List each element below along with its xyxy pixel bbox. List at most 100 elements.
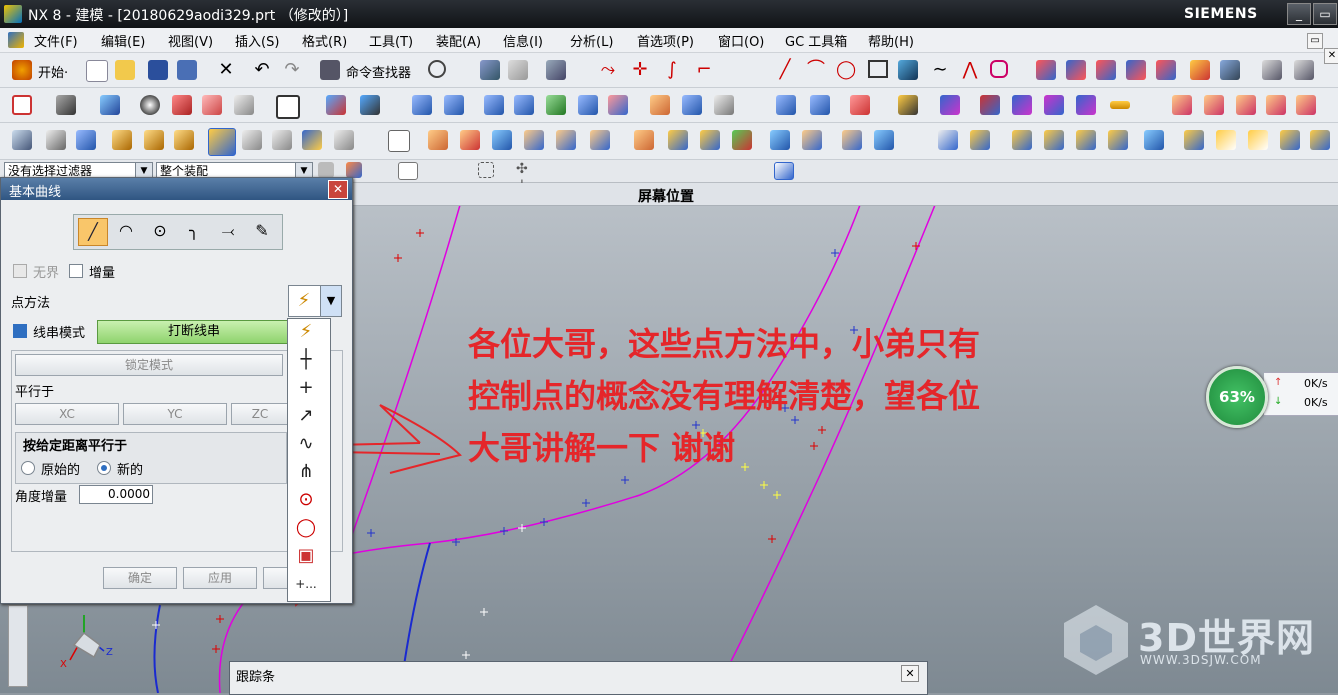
global-shaping-icon[interactable] <box>1280 130 1300 150</box>
control-point-icon[interactable]: ∿ <box>294 433 318 455</box>
assembly-mirror-icon[interactable] <box>1266 95 1286 115</box>
command-finder-label[interactable]: 命令查找器 <box>346 62 411 81</box>
doc-restore-button[interactable]: ▭ <box>1307 33 1323 49</box>
draft-analysis-icon[interactable] <box>1076 95 1096 115</box>
arc-icon[interactable]: ⌒ <box>806 60 826 80</box>
extrude-icon[interactable] <box>76 130 96 150</box>
sketch-icon[interactable] <box>12 130 32 150</box>
offset-face-icon[interactable] <box>802 130 822 150</box>
end-point-icon[interactable]: ↗ <box>294 405 318 427</box>
fit-view-icon[interactable] <box>12 95 32 115</box>
n-sided-icon[interactable] <box>546 95 566 115</box>
offset-surface-icon[interactable] <box>650 95 670 115</box>
spline-icon[interactable]: ∼ <box>930 60 950 80</box>
trim-sheet-icon[interactable] <box>682 95 702 115</box>
tube-icon[interactable] <box>1012 130 1032 150</box>
angle-increment-input[interactable]: 0.0000 <box>79 485 153 504</box>
offset-curve-icon[interactable] <box>990 60 1008 78</box>
work-layer-icon[interactable] <box>326 95 346 115</box>
app-menu-icon[interactable] <box>8 32 24 48</box>
menu-edit[interactable]: 编辑(E) <box>101 31 145 50</box>
menu-format[interactable]: 格式(R) <box>302 31 347 50</box>
unite-icon[interactable] <box>428 130 448 150</box>
measure-icon[interactable] <box>546 60 566 80</box>
x-form-icon[interactable] <box>850 95 870 115</box>
memory-percent[interactable]: 63% <box>1206 366 1268 428</box>
menu-preferences[interactable]: 首选项(P) <box>637 31 694 50</box>
point-method-select[interactable]: ⚡ ▼ <box>288 285 342 317</box>
edit-parameters-icon[interactable]: ✎ <box>248 218 276 244</box>
menu-insert[interactable]: 插入(S) <box>235 31 279 50</box>
circle-icon[interactable]: ⊙ <box>146 218 174 244</box>
menu-assembly[interactable]: 装配(A) <box>436 31 481 50</box>
xc-button[interactable]: XC <box>15 403 119 425</box>
menu-analysis[interactable]: 分析(L) <box>570 31 613 50</box>
menu-view[interactable]: 视图(V) <box>168 31 213 50</box>
studio-spline-icon[interactable]: ⋀ <box>960 60 980 80</box>
new-radio[interactable] <box>97 461 111 475</box>
trim-icon[interactable]: ⤙ <box>214 218 242 244</box>
new-file-icon[interactable] <box>86 60 108 82</box>
infinite-checkbox[interactable] <box>13 264 27 278</box>
through-curves-icon[interactable] <box>444 95 464 115</box>
bridge-curve-icon[interactable] <box>1096 60 1116 80</box>
menu-tools[interactable]: 工具(T) <box>369 31 413 50</box>
zc-button[interactable]: ZC <box>231 403 289 425</box>
menu-gc-toolbox[interactable]: GC 工具箱 <box>785 31 847 50</box>
assembly-array-icon[interactable] <box>1236 95 1256 115</box>
thicken-icon[interactable] <box>776 95 796 115</box>
rib-icon[interactable] <box>1108 130 1128 150</box>
intersect-curve-icon[interactable] <box>1066 60 1086 80</box>
lock-filter-icon[interactable] <box>318 162 334 178</box>
ruler-icon[interactable] <box>1110 101 1130 109</box>
layer-icon[interactable] <box>508 60 528 80</box>
dialog-close-button[interactable]: ✕ <box>328 180 348 199</box>
hole-icon[interactable] <box>144 130 164 150</box>
open-folder-icon[interactable] <box>115 60 135 80</box>
assembly-add-icon[interactable] <box>1172 95 1192 115</box>
sphere-icon[interactable] <box>302 130 322 150</box>
curve-mesh-icon[interactable] <box>484 95 504 115</box>
scale-body-icon[interactable] <box>842 130 862 150</box>
rectangle-icon[interactable] <box>868 60 888 78</box>
reflection-icon[interactable] <box>1012 95 1032 115</box>
replace-face-icon[interactable] <box>874 130 894 150</box>
shaded-icon[interactable] <box>172 95 192 115</box>
cone-icon[interactable] <box>272 130 292 150</box>
select-all-icon[interactable] <box>398 162 418 180</box>
point-constructor-icon[interactable]: +... <box>294 573 318 595</box>
patch-icon[interactable] <box>810 95 830 115</box>
intersection-point-icon[interactable]: ⋔ <box>294 461 318 483</box>
wrap-curve-icon[interactable] <box>1220 60 1240 80</box>
pocket-icon[interactable] <box>1184 130 1204 150</box>
cancel-button[interactable] <box>263 567 289 589</box>
work-part-icon[interactable] <box>774 162 794 180</box>
menu-information[interactable]: 信息(I) <box>503 31 543 50</box>
bounded-plane-icon[interactable] <box>578 95 598 115</box>
boss-icon[interactable] <box>174 130 194 150</box>
binoculars-icon[interactable] <box>320 60 340 80</box>
styled-blend-icon[interactable] <box>1216 130 1236 150</box>
analysis-icon[interactable] <box>898 95 918 115</box>
groove-icon[interactable] <box>1044 130 1064 150</box>
minimize-button[interactable]: _ <box>1287 3 1311 25</box>
isoparametric-curve-icon[interactable] <box>1262 60 1282 80</box>
extract-curve-icon[interactable] <box>1156 60 1176 80</box>
pattern-icon[interactable] <box>668 130 688 150</box>
join-curve-icon[interactable] <box>1126 60 1146 80</box>
revolve-icon[interactable] <box>112 130 132 150</box>
section-curve-icon[interactable] <box>1190 60 1210 80</box>
redo-icon[interactable]: ↷ <box>282 60 302 80</box>
block-icon[interactable] <box>208 128 236 156</box>
draft-icon[interactable] <box>634 130 654 150</box>
variable-blend-icon[interactable] <box>1310 130 1330 150</box>
lock-mode-button[interactable]: 锁定模式 <box>15 354 283 376</box>
line-icon[interactable]: ╱ <box>78 218 108 246</box>
snap-icon[interactable] <box>480 60 500 80</box>
undo-icon[interactable]: ↶ <box>252 60 272 80</box>
shell-icon[interactable] <box>590 130 610 150</box>
move-object-icon[interactable] <box>360 95 380 115</box>
slope-icon[interactable] <box>1044 95 1064 115</box>
assembly-new-icon[interactable] <box>1204 95 1224 115</box>
corner-icon[interactable]: ⌐ <box>694 60 714 80</box>
